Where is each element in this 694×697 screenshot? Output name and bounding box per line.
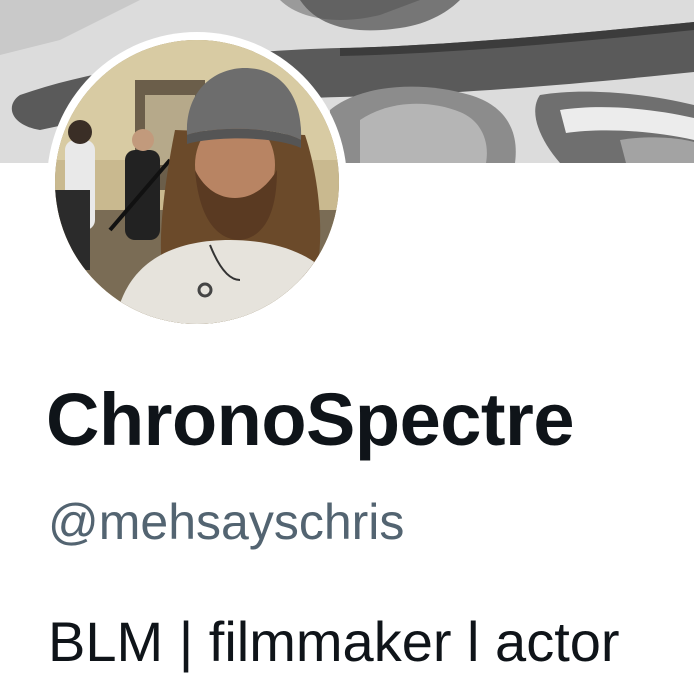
display-name: ChronoSpectre [46, 378, 575, 461]
profile-photo-icon [55, 40, 339, 324]
avatar[interactable] [55, 40, 339, 324]
profile-bio: BLM | filmmaker l actor [48, 610, 620, 673]
user-handle: @mehsayschris [48, 494, 405, 550]
